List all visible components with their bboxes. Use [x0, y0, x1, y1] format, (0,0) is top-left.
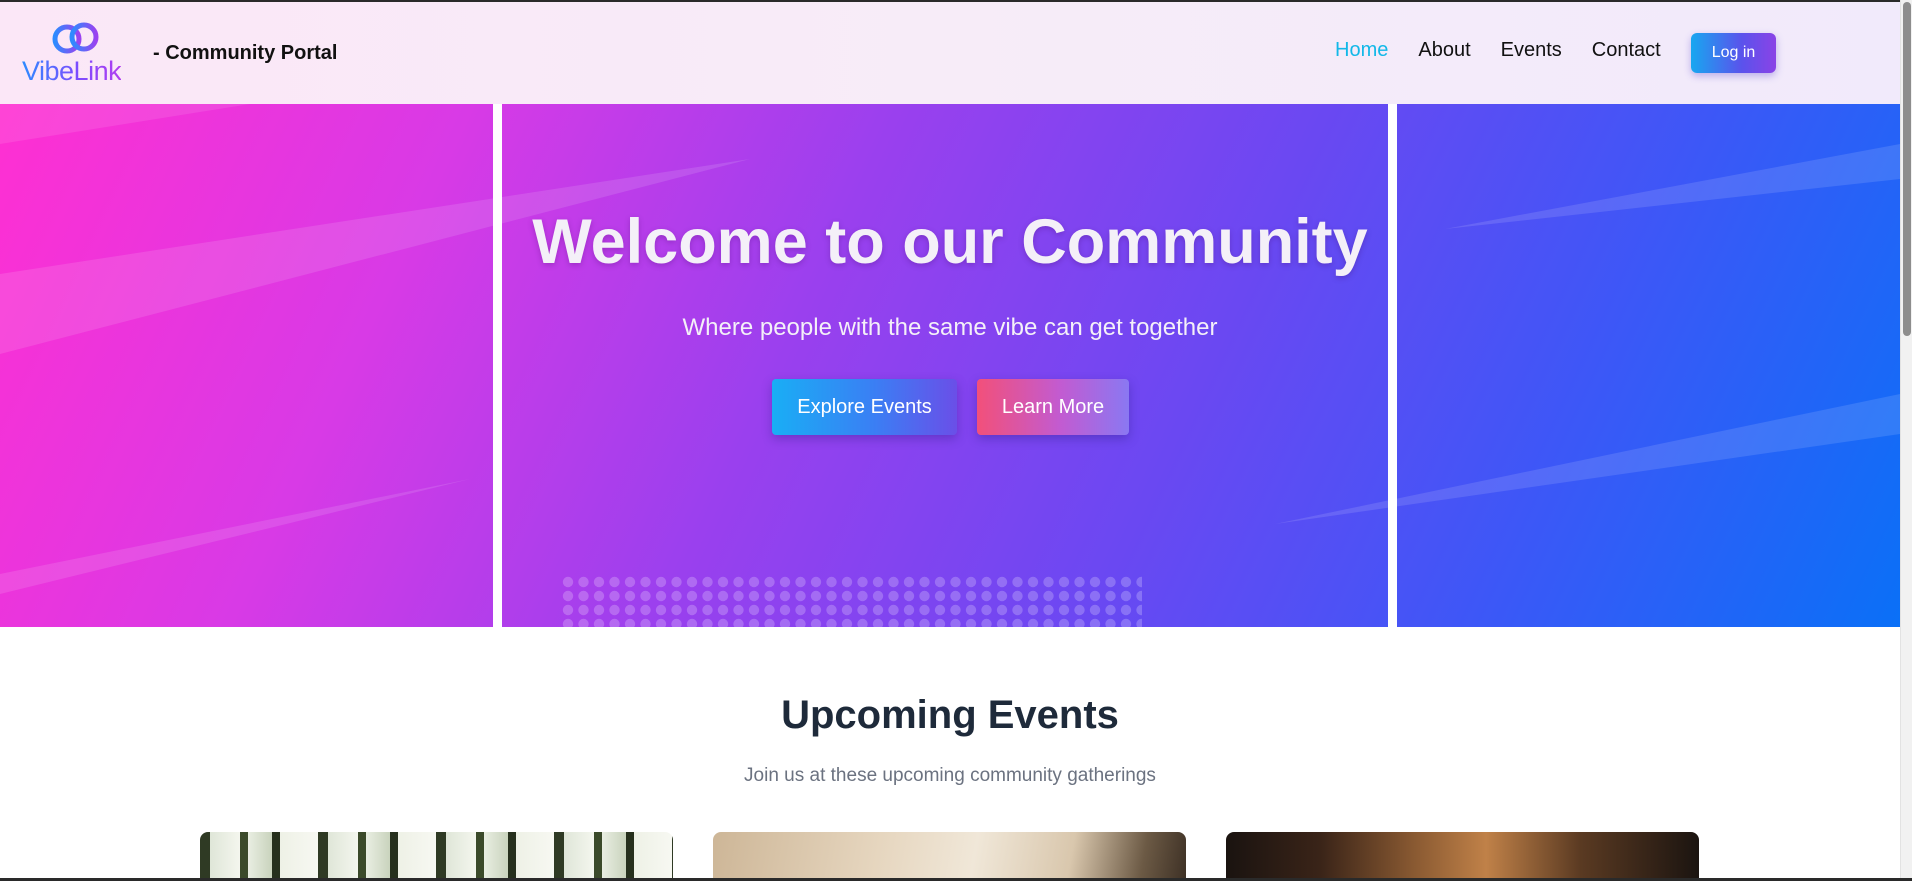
portal-title: - Community Portal — [153, 42, 338, 64]
linked-rings-icon — [52, 22, 99, 54]
learn-more-button[interactable]: Learn More — [977, 379, 1129, 435]
navbar: VibeLink - Community Portal Home About E… — [0, 2, 1900, 104]
event-card-image[interactable] — [713, 832, 1186, 881]
vertical-scrollbar[interactable] — [1900, 0, 1912, 881]
event-card-image[interactable] — [1226, 832, 1699, 881]
event-card-image[interactable] — [200, 832, 673, 881]
nav-link-about[interactable]: About — [1418, 39, 1470, 62]
hero-panel-divider-right — [1388, 104, 1397, 627]
hero-buttons: Explore Events Learn More — [772, 379, 1129, 435]
events-section-subtitle: Join us at these upcoming community gath… — [744, 765, 1156, 786]
hero-title: Welcome to our Community — [532, 207, 1368, 277]
logo-text: VibeLink — [22, 56, 122, 86]
login-button[interactable]: Log in — [1691, 33, 1776, 73]
logo[interactable]: VibeLink — [22, 22, 134, 86]
nav-links: Home About Events Contact — [1335, 39, 1691, 62]
nav-link-events[interactable]: Events — [1501, 39, 1562, 62]
hero-background-streaks — [0, 104, 1900, 594]
nav-link-contact[interactable]: Contact — [1592, 39, 1661, 62]
page: VibeLink - Community Portal Home About E… — [0, 0, 1900, 881]
scrollbar-thumb[interactable] — [1903, 2, 1911, 336]
decorative-dot-grid — [562, 576, 1142, 627]
hero-banner: Welcome to our Community Where people wi… — [0, 104, 1900, 627]
nav-link-home[interactable]: Home — [1335, 39, 1388, 62]
hero-panel-divider-left — [493, 104, 502, 627]
explore-events-button[interactable]: Explore Events — [772, 379, 957, 435]
events-section-title: Upcoming Events — [781, 693, 1119, 737]
hero-subtitle: Where people with the same vibe can get … — [682, 314, 1218, 341]
